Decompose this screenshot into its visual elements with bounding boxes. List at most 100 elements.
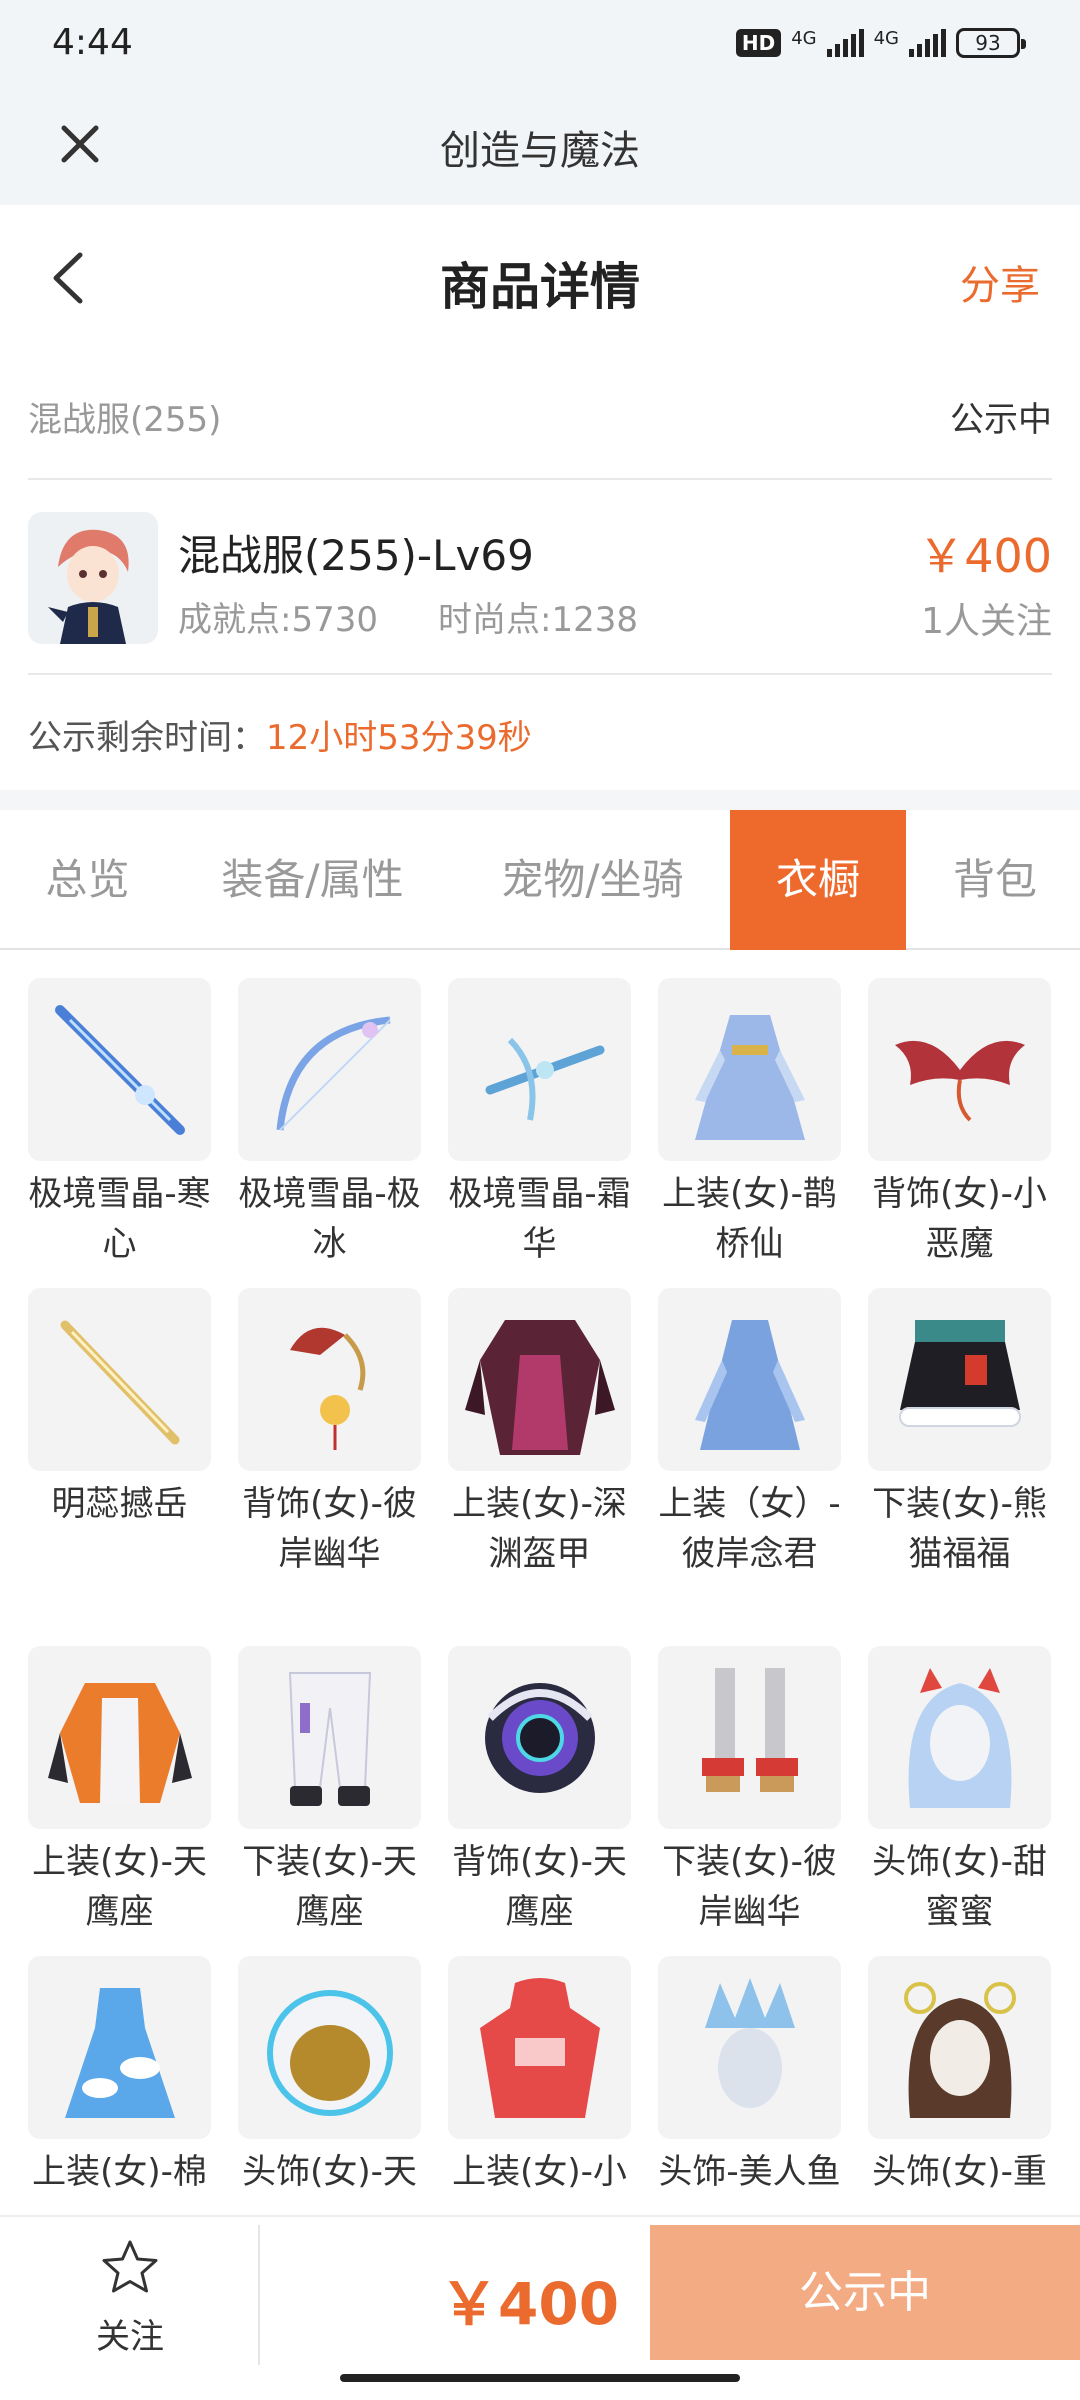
hair-icon [868,1646,1051,1829]
wardrobe-item[interactable]: 明蕊撼岳 [28,1288,211,1529]
dress-icon [28,1956,211,2139]
item-name: 头饰(女)-重午 [872,2152,1047,2192]
hair-icon [868,1956,1051,2139]
item-name: 背饰(女)-天鹰座 [452,1842,627,1932]
bow-icon [238,978,421,1161]
share-button[interactable]: 分享 [960,253,1040,311]
wings-icon [868,978,1051,1161]
wardrobe-item[interactable]: 背饰(女)-小恶魔 [868,978,1051,1269]
wardrobe-item[interactable]: 上装(女)-鹊桥仙 [658,978,841,1269]
bottom-bar: 关注 ￥400 公示中 [0,2215,1080,2400]
item-name: 背饰(女)-彼岸幽华 [242,1484,417,1574]
item-name: 头饰(女)-天鹰座 [242,2152,417,2192]
tab-wardrobe[interactable]: 衣橱 [730,810,906,950]
item-name: 头饰-美人鱼之冠 [658,2152,841,2192]
jacket-icon [28,1646,211,1829]
wardrobe-item[interactable]: 背饰(女)-彼岸幽华 [238,1288,421,1579]
crossbow-icon [448,978,631,1161]
item-name: 上装(女)-小帽哥 [452,2152,627,2192]
section-divider [0,790,1080,810]
follow-button[interactable]: 关注 [60,2237,200,2377]
remaining-time: 12小时53分39秒 [266,718,532,758]
status-badge: 公示中 [950,400,1052,440]
character-icon [28,512,158,644]
item-name: 上装（女）-彼岸念君 [658,1484,841,1574]
wardrobe-item[interactable]: 下装(女)-天鹰座 [238,1646,421,1937]
server-name: 混战服(255) [28,400,222,440]
achievement-points: 成就点:5730 [178,600,378,640]
sword-icon [28,978,211,1161]
wardrobe-item[interactable]: 上装(女)-棉花糖 [28,1956,211,2198]
hd-icon: HD [735,29,782,57]
product-row[interactable]: 混战服(255)-Lv69 成就点:5730 时尚点:1238 ￥400 1人关… [28,480,1052,675]
sword-icon [28,1288,211,1471]
wardrobe-grid: 极境雪晶-寒心 极境雪晶-极冰 极境雪晶-霜华 上装(女)-鹊桥仙 背饰(女)-… [28,978,1052,2198]
network-label-2: 4G [873,28,899,49]
item-name: 头饰(女)-甜蜜蜜 [872,1842,1047,1932]
wardrobe-item[interactable]: 头饰(女)-甜蜜蜜 [868,1646,1051,1937]
item-name: 上装(女)-天鹰座 [32,1842,207,1932]
fashion-points: 时尚点:1238 [437,600,638,640]
wardrobe-item[interactable]: 背饰(女)-天鹰座 [448,1646,631,1937]
item-name: 上装(女)-深渊盔甲 [452,1484,627,1574]
wardrobe-item[interactable]: 头饰(女)-天鹰座 [238,1956,421,2198]
bottom-price: ￥400 [440,2270,620,2338]
product-price: ￥400 [918,529,1052,583]
fan-ornament-icon [238,1288,421,1471]
app-bar: 创造与魔法 [0,90,1080,205]
public-status-button[interactable]: 公示中 [650,2225,1080,2360]
server-row: 混战服(255) 公示中 [28,380,1052,480]
helmet-icon [238,1956,421,2139]
item-name: 明蕊撼岳 [51,1484,188,1524]
product-stats: 成就点:5730 时尚点:1238 [178,592,638,641]
tab-bar: 总览 装备/属性 宠物/坐骑 衣橱 背包 [0,810,1080,950]
signal-icon-2 [909,29,946,57]
wardrobe-item[interactable]: 极境雪晶-寒心 [28,978,211,1269]
shoes-icon [658,1646,841,1829]
item-name: 下装(女)-彼岸幽华 [662,1842,837,1932]
tab-overview[interactable]: 总览 [10,810,165,950]
remaining-label: 公示剩余时间： [28,718,266,758]
item-name: 极境雪晶-寒心 [28,1174,211,1264]
item-name: 下装(女)-熊猫福福 [872,1484,1047,1574]
wardrobe-item[interactable]: 上装(女)-天鹰座 [28,1646,211,1937]
wardrobe-item[interactable]: 下装(女)-熊猫福福 [868,1288,1051,1579]
hoodie-icon [448,1956,631,2139]
page-title: 商品详情 [440,258,640,316]
wardrobe-item[interactable]: 头饰(女)-重午 [868,1956,1051,2198]
wardrobe-item[interactable]: 上装（女）-彼岸念君 [658,1288,841,1579]
dress-icon [658,978,841,1161]
item-name: 极境雪晶-霜华 [448,1174,631,1264]
skirt-icon [868,1288,1051,1471]
star-icon [102,2240,158,2293]
remaining-time-row: 公示剩余时间：12小时53分39秒 [28,710,532,759]
network-label: 4G [791,28,817,49]
item-name: 下装(女)-天鹰座 [242,1842,417,1932]
wardrobe-item[interactable]: 极境雪晶-霜华 [448,978,631,1269]
crown-icon [658,1956,841,2139]
wardrobe-item[interactable]: 上装(女)-深渊盔甲 [448,1288,631,1579]
home-indicator [340,2374,740,2382]
wardrobe-item[interactable]: 极境雪晶-极冰 [238,978,421,1269]
tab-backpack[interactable]: 背包 [920,810,1070,950]
wardrobe-item[interactable]: 下装(女)-彼岸幽华 [658,1646,841,1937]
armor-icon [448,1288,631,1471]
follow-label: 关注 [96,2317,164,2357]
product-name: 混战服(255)-Lv69 [178,531,534,580]
tab-pets[interactable]: 宠物/坐骑 [470,810,715,950]
dress-icon [658,1288,841,1471]
follower-count: 1人关注 [921,601,1052,642]
backpack-icon [448,1646,631,1829]
item-name: 极境雪晶-极冰 [238,1174,421,1264]
status-time: 4:44 [52,22,133,63]
status-bar: 4:44 HD 4G 4G 93 [0,0,1080,90]
status-icons: HD 4G 4G 93 [735,28,1026,58]
character-avatar [28,512,158,644]
app-title: 创造与魔法 [440,128,640,174]
item-name: 背饰(女)-小恶魔 [872,1174,1047,1264]
divider [258,2225,260,2365]
tab-equipment[interactable]: 装备/属性 [195,810,430,950]
wardrobe-item[interactable]: 上装(女)-小帽哥 [448,1956,631,2198]
wardrobe-item[interactable]: 头饰-美人鱼之冠 [658,1956,841,2198]
item-name: 上装(女)-鹊桥仙 [662,1174,837,1264]
